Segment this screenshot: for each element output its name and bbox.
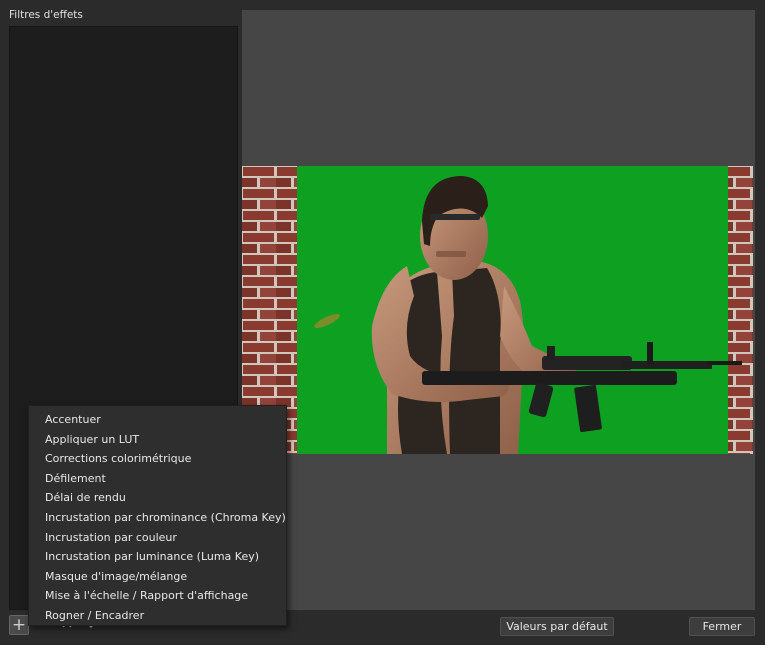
close-button[interactable]: Fermer bbox=[689, 617, 755, 636]
source-preview bbox=[242, 166, 753, 454]
menu-item-apply-lut[interactable]: Appliquer un LUT bbox=[29, 430, 286, 450]
menu-item-crop-pad[interactable]: Rogner / Encadrer bbox=[29, 606, 286, 626]
menu-item-chroma-key[interactable]: Incrustation par chrominance (Chroma Key… bbox=[29, 508, 286, 528]
menu-item-luma-key[interactable]: Incrustation par luminance (Luma Key) bbox=[29, 547, 286, 567]
menu-item-color-correction[interactable]: Corrections colorimétrique bbox=[29, 449, 286, 469]
preview-image bbox=[242, 166, 753, 454]
default-values-button[interactable]: Valeurs par défaut bbox=[500, 617, 614, 636]
menu-item-color-key[interactable]: Incrustation par couleur bbox=[29, 528, 286, 548]
menu-item-image-mask[interactable]: Masque d'image/mélange bbox=[29, 567, 286, 587]
add-filter-menu: Accentuer Appliquer un LUT Corrections c… bbox=[28, 405, 287, 626]
menu-item-scaling-aspect[interactable]: Mise à l'échelle / Rapport d'affichage bbox=[29, 586, 286, 606]
plus-icon[interactable]: + bbox=[9, 615, 29, 635]
brick-wall-right bbox=[728, 166, 753, 454]
menu-item-sharpen[interactable]: Accentuer bbox=[29, 410, 286, 430]
menu-item-scroll[interactable]: Défilement bbox=[29, 469, 286, 489]
menu-item-render-delay[interactable]: Délai de rendu bbox=[29, 488, 286, 508]
filters-panel-title: Filtres d'effets bbox=[9, 9, 83, 21]
